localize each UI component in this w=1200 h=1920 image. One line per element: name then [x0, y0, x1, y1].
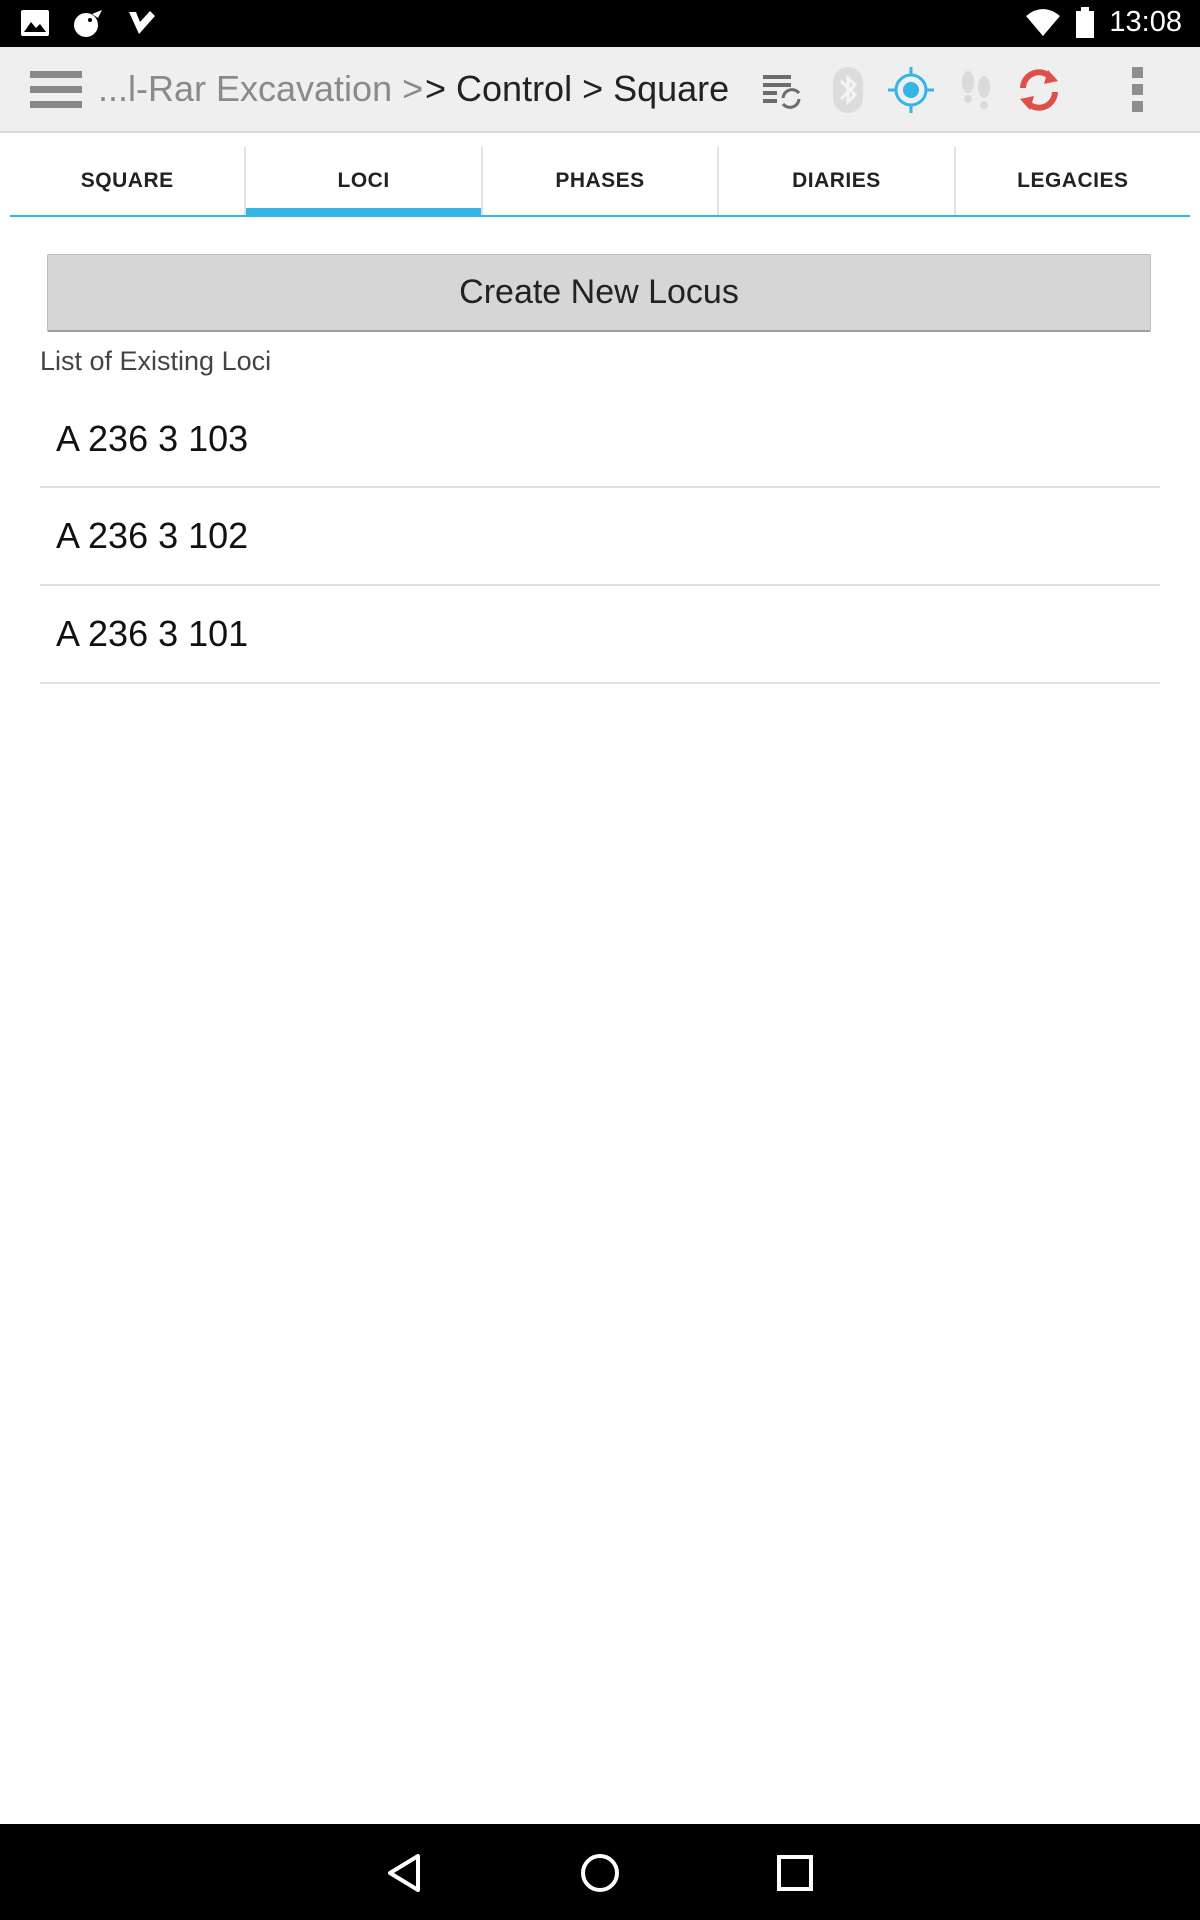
tab-loci[interactable]: LOCI — [246, 147, 483, 217]
back-icon[interactable] — [380, 1848, 430, 1898]
battery-icon — [1075, 6, 1095, 39]
clock: 13:08 — [1109, 6, 1182, 38]
loci-list: A 236 3 103 A 236 3 102 A 236 3 101 — [40, 392, 1160, 684]
navigation-bar — [0, 1824, 1200, 1920]
tab-bar: SQUARE LOCI PHASES DIARIES LEGACIES — [10, 147, 1190, 217]
action-bar: ...l-Rar Excavation > > Control > Square — [0, 47, 1200, 133]
recents-icon[interactable] — [770, 1848, 820, 1898]
tab-square[interactable]: SQUARE — [10, 147, 247, 215]
bluetooth-icon[interactable] — [823, 65, 873, 115]
wifi-icon — [1025, 8, 1061, 38]
footsteps-icon[interactable] — [951, 65, 1001, 115]
gps-icon[interactable] — [886, 65, 936, 115]
sync-list-icon[interactable] — [757, 65, 807, 115]
tab-legacies[interactable]: LEGACIES — [956, 147, 1190, 215]
list-heading: List of Existing Loci — [40, 346, 272, 376]
tab-diaries[interactable]: DIARIES — [719, 147, 956, 215]
breadcrumb-parent[interactable]: ...l-Rar Excavation > — [98, 68, 423, 110]
tab-phases[interactable]: PHASES — [483, 147, 720, 215]
image-icon — [20, 9, 50, 37]
bird-icon — [72, 8, 104, 38]
refresh-icon[interactable] — [1014, 65, 1064, 115]
overflow-menu-icon[interactable] — [1112, 65, 1162, 115]
list-item[interactable]: A 236 3 102 — [40, 488, 1160, 586]
home-icon[interactable] — [575, 1848, 625, 1898]
status-bar: 13:08 — [0, 0, 1200, 47]
hamburger-icon[interactable] — [30, 69, 84, 111]
create-new-locus-button[interactable]: Create New Locus — [47, 254, 1151, 332]
list-item[interactable]: A 236 3 103 — [40, 392, 1160, 488]
breadcrumb-current: > Control > Square — [425, 68, 730, 109]
check-icon — [126, 8, 156, 38]
list-item[interactable]: A 236 3 101 — [40, 586, 1160, 684]
